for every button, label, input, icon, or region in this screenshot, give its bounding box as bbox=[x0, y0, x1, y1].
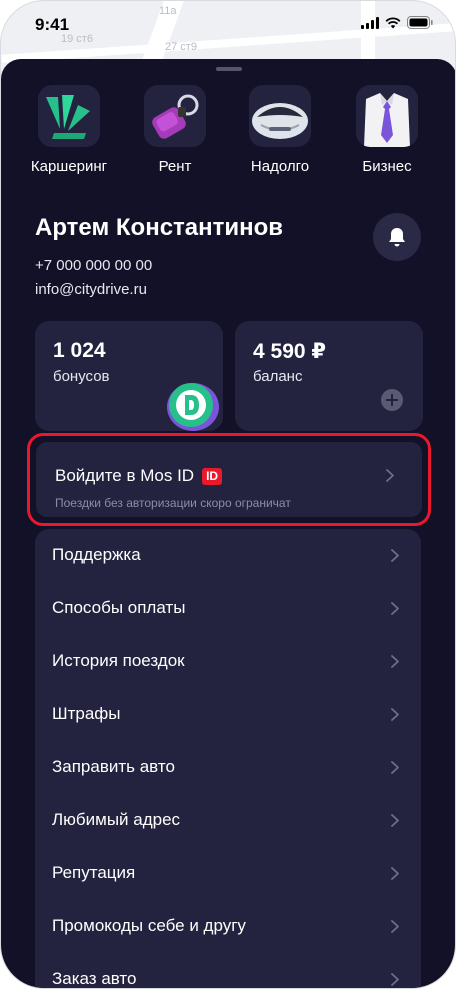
chevron-right-icon bbox=[386, 469, 394, 482]
bonuses-value: 1 024 bbox=[53, 339, 106, 362]
battery-icon bbox=[407, 16, 433, 29]
bonus-coin-icon bbox=[167, 383, 219, 431]
menu-item-trip-history[interactable]: История поездок bbox=[35, 635, 421, 688]
mos-id-badge: ID bbox=[202, 467, 223, 485]
car-front-icon bbox=[249, 85, 311, 147]
service-label: Каршеринг bbox=[30, 158, 108, 175]
notifications-button[interactable] bbox=[373, 213, 421, 261]
bell-icon bbox=[389, 228, 405, 247]
service-carsharing[interactable]: Каршеринг bbox=[19, 85, 119, 175]
menu-item-favorite-address[interactable]: Любимый адрес bbox=[35, 794, 421, 847]
profile-sheet: Каршеринг Рент Надолго Бизнес Артем Конс… bbox=[1, 59, 455, 988]
status-bar: 9:41 bbox=[1, 1, 455, 51]
add-balance-icon[interactable] bbox=[381, 389, 403, 411]
services-row: Каршеринг Рент Надолго Бизнес bbox=[1, 85, 455, 185]
menu-item-refuel[interactable]: Заправить авто bbox=[35, 741, 421, 794]
menu-item-label: Способы оплаты bbox=[52, 598, 186, 617]
chevron-right-icon bbox=[391, 920, 399, 933]
menu-item-label: Поддержка bbox=[52, 545, 141, 564]
menu-item-label: Штрафы bbox=[52, 704, 121, 723]
service-label: Бизнес bbox=[362, 158, 412, 175]
sheet-grabber[interactable] bbox=[216, 67, 242, 71]
shirt-tie-icon bbox=[356, 85, 418, 147]
bonuses-card[interactable]: 1 024 бонусов bbox=[35, 321, 223, 431]
service-rent[interactable]: Рент bbox=[125, 85, 225, 175]
service-label: Рент bbox=[158, 158, 192, 175]
service-business[interactable]: Бизнес bbox=[337, 85, 437, 175]
menu-item-label: История поездок bbox=[52, 651, 185, 670]
chevron-right-icon bbox=[391, 761, 399, 774]
signal-icon bbox=[361, 16, 379, 29]
menu-item-promocodes[interactable]: Промокоды себе и другу bbox=[35, 900, 421, 953]
user-phone: +7 000 000 00 00 bbox=[35, 257, 153, 274]
menu-item-label: Заказ авто bbox=[52, 969, 137, 988]
chevron-right-icon bbox=[391, 602, 399, 615]
mos-id-banner[interactable]: Войдите в Mos ID ID Поездки без авториза… bbox=[36, 442, 422, 517]
menu-item-label: Заправить авто bbox=[52, 757, 175, 776]
menu-item-support[interactable]: Поддержка bbox=[35, 529, 421, 582]
phone-frame: 11а 19 ст6 27 ст9 9:41 Каршеринг Рент На… bbox=[0, 0, 456, 989]
wifi-icon bbox=[385, 16, 401, 28]
chevron-right-icon bbox=[391, 549, 399, 562]
balance-label: баланс bbox=[253, 368, 303, 385]
car-key-icon bbox=[144, 85, 206, 147]
balance-value: 4 590 ₽ bbox=[253, 340, 326, 363]
service-long-term[interactable]: Надолго bbox=[230, 85, 330, 175]
menu-item-label: Любимый адрес bbox=[52, 810, 181, 829]
menu-item-car-order[interactable]: Заказ авто bbox=[35, 953, 421, 988]
menu-item-label: Репутация bbox=[52, 863, 136, 882]
chevron-right-icon bbox=[391, 655, 399, 668]
menu-item-payment-methods[interactable]: Способы оплаты bbox=[35, 582, 421, 635]
status-time: 9:41 bbox=[35, 15, 70, 34]
carsharing-logo-icon bbox=[38, 85, 100, 147]
settings-menu: Поддержка Способы оплаты История поездок… bbox=[35, 529, 421, 988]
bonuses-label: бонусов bbox=[53, 368, 110, 385]
user-name: Артем Константинов bbox=[35, 214, 284, 241]
mos-id-hint: Поездки без авторизации скоро ограничат bbox=[55, 496, 291, 510]
chevron-right-icon bbox=[391, 814, 399, 827]
chevron-right-icon bbox=[391, 708, 399, 721]
user-email: info@citydrive.ru bbox=[35, 281, 147, 298]
mos-id-highlight: Войдите в Mos ID ID Поездки без авториза… bbox=[27, 433, 431, 526]
menu-item-fines[interactable]: Штрафы bbox=[35, 688, 421, 741]
chevron-right-icon bbox=[391, 973, 399, 986]
chevron-right-icon bbox=[391, 867, 399, 880]
menu-item-reputation[interactable]: Репутация bbox=[35, 847, 421, 900]
mos-id-title: Войдите в Mos ID bbox=[55, 466, 195, 485]
service-label: Надолго bbox=[250, 158, 310, 175]
menu-item-label: Промокоды себе и другу bbox=[52, 916, 246, 935]
balance-card[interactable]: 4 590 ₽ баланс bbox=[235, 321, 423, 431]
